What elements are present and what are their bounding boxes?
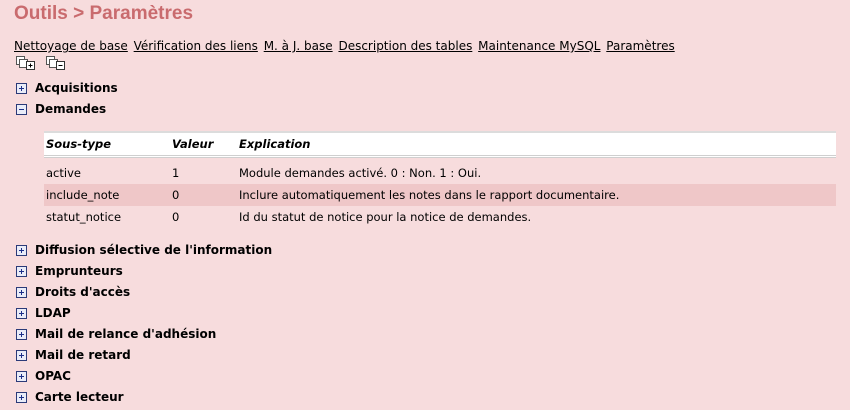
- col-header-valeur: Valeur: [170, 131, 237, 157]
- expand-icon[interactable]: [16, 244, 27, 256]
- cell-valeur: 1: [172, 166, 180, 180]
- section-label: Mail de relance d'adhésion: [35, 327, 217, 341]
- table-header-row: Sous-type Valeur Explication: [44, 131, 836, 157]
- expand-icon[interactable]: [16, 391, 27, 403]
- section-label: OPAC: [35, 369, 71, 383]
- section-diffusion-selective[interactable]: Diffusion sélective de l'information: [16, 243, 272, 257]
- tab-description-tables[interactable]: Description des tables: [338, 39, 472, 53]
- params-table: Sous-type Valeur Explication active 1 Mo…: [44, 131, 836, 228]
- section-label: Diffusion sélective de l'information: [35, 243, 273, 257]
- expand-all-icon[interactable]: [16, 56, 36, 70]
- expand-icon[interactable]: [16, 328, 27, 340]
- tab-maj-base[interactable]: M. à J. base: [264, 39, 333, 53]
- section-mail-relance-adhesion[interactable]: Mail de relance d'adhésion: [16, 327, 216, 341]
- expand-icon[interactable]: [16, 307, 27, 319]
- cell-sous-type[interactable]: active: [44, 162, 170, 184]
- expand-icon[interactable]: [16, 370, 27, 382]
- collapse-icon[interactable]: [16, 103, 27, 115]
- section-opac[interactable]: OPAC: [16, 369, 71, 383]
- cell-explication: Inclure automatiquement les notes dans l…: [239, 188, 620, 202]
- cell-explication: Id du statut de notice pour la notice de…: [239, 210, 532, 224]
- section-demandes[interactable]: Demandes: [16, 102, 106, 116]
- section-label: Demandes: [35, 102, 107, 116]
- section-label: Acquisitions: [35, 81, 118, 95]
- tab-nettoyage[interactable]: Nettoyage de base: [14, 39, 128, 53]
- page-title: Outils > Paramètres: [14, 3, 194, 24]
- cell-sous-type[interactable]: statut_notice: [44, 206, 170, 228]
- tree-tools: [16, 56, 66, 70]
- section-label: Carte lecteur: [35, 390, 124, 404]
- section-mail-retard[interactable]: Mail de retard: [16, 348, 131, 362]
- section-label: Emprunteurs: [35, 264, 123, 278]
- section-ldap[interactable]: LDAP: [16, 306, 71, 320]
- col-header-sous-type: Sous-type: [44, 131, 170, 157]
- tab-maintenance-mysql[interactable]: Maintenance MySQL: [478, 39, 600, 53]
- cell-valeur: 0: [172, 210, 180, 224]
- section-label: Mail de retard: [35, 348, 131, 362]
- tab-bar: Nettoyage de base Vérification des liens…: [14, 39, 677, 53]
- expand-icon[interactable]: [16, 349, 27, 361]
- cell-explication: Module demandes activé. 0 : Non. 1 : Oui…: [239, 166, 482, 180]
- expand-icon[interactable]: [16, 265, 27, 277]
- section-emprunteurs[interactable]: Emprunteurs: [16, 264, 123, 278]
- section-acquisitions[interactable]: Acquisitions: [16, 81, 118, 95]
- cell-sous-type[interactable]: include_note: [44, 184, 170, 206]
- expand-icon[interactable]: [16, 286, 27, 298]
- table-row[interactable]: statut_notice 0 Id du statut de notice p…: [44, 206, 836, 228]
- section-label: LDAP: [35, 306, 71, 320]
- tab-verification-liens[interactable]: Vérification des liens: [134, 39, 258, 53]
- col-header-explication: Explication: [237, 131, 836, 157]
- section-droits-acces[interactable]: Droits d'accès: [16, 285, 130, 299]
- section-carte-lecteur[interactable]: Carte lecteur: [16, 390, 124, 404]
- collapse-all-icon[interactable]: [46, 56, 66, 70]
- cell-valeur: 0: [172, 188, 180, 202]
- table-row[interactable]: active 1 Module demandes activé. 0 : Non…: [44, 162, 836, 184]
- expand-icon[interactable]: [16, 82, 27, 94]
- tab-parametres[interactable]: Paramètres: [606, 39, 674, 53]
- section-label: Droits d'accès: [35, 285, 131, 299]
- table-row[interactable]: include_note 0 Inclure automatiquement l…: [44, 184, 836, 206]
